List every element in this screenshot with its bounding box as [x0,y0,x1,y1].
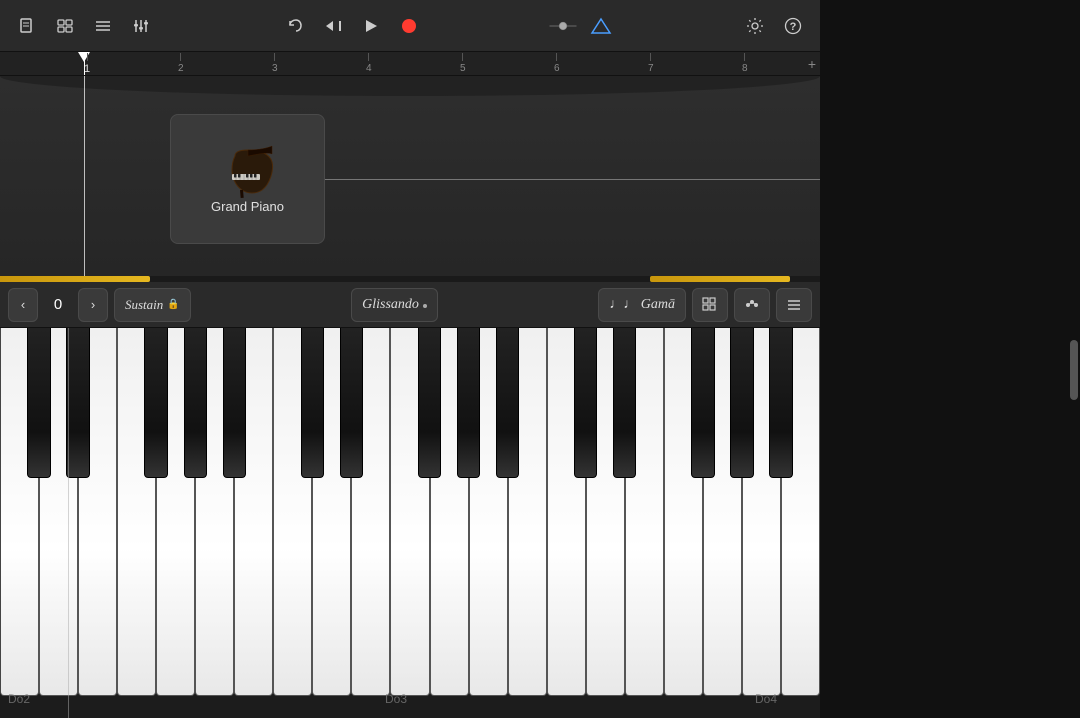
keyboard-area: Do2 Do3 Do4 [0,328,820,718]
ruler-mark-3: 3 [272,53,278,74]
grid-icon [701,296,719,314]
rewind-button[interactable] [318,11,348,41]
arpeggio-icon [743,296,761,314]
mixer-button[interactable] [126,11,156,41]
toolbar-center [280,11,424,41]
ruler-mark-4: 4 [366,53,372,74]
help-button[interactable]: ? [778,11,808,41]
wave-decoration [0,76,820,96]
ruler-mark-6: 6 [554,53,560,74]
playhead [84,52,85,75]
black-key-1[interactable] [66,328,89,478]
track-area[interactable]: Grand Piano [0,76,820,276]
track-playhead [84,76,85,276]
controls-bar: ‹ 0 › Sustain 🔒 Glissando ♩♩ Gamā [0,282,820,328]
black-key-12[interactable] [496,328,519,478]
next-button[interactable]: › [78,288,108,322]
glissando-label: Glissando [362,297,419,313]
black-key-3[interactable] [144,328,167,478]
track-name-label: Grand Piano [211,199,284,214]
sustain-label: Sustain [125,297,163,313]
black-key-17[interactable] [691,328,714,478]
new-button[interactable] [12,11,42,41]
indicator-right [650,276,790,282]
indicator-left [0,276,150,282]
toolbar-settings: ? [740,11,808,41]
prev-icon: ‹ [21,297,25,312]
black-key-14[interactable] [574,328,597,478]
add-track-button[interactable]: + [808,56,816,72]
black-key-18[interactable] [730,328,753,478]
toolbar-left [12,11,156,41]
gama-label: ♩♩ Gamā [609,297,675,313]
main-pane: ? 1 2 3 4 5 6 [0,0,820,718]
track-indicator-bar [0,276,820,282]
grand-piano-icon [215,144,280,199]
smart-button[interactable] [586,11,616,41]
octave-number: 0 [44,296,72,313]
black-key-4[interactable] [184,328,207,478]
black-key-0[interactable] [27,328,50,478]
black-key-7[interactable] [301,328,324,478]
toolbar: ? [0,0,820,52]
black-key-19[interactable] [769,328,792,478]
toolbar-right-controls [548,11,616,41]
ruler-mark-8: 8 [742,53,748,74]
lock-icon: 🔒 [167,299,179,310]
grid-button[interactable] [692,288,728,322]
record-button[interactable] [394,11,424,41]
more-button[interactable] [776,288,812,322]
track-content-line [325,179,820,180]
app: ? 1 2 3 4 5 6 [0,0,1080,718]
timeline-ruler[interactable]: 1 2 3 4 5 6 7 8 + [0,52,820,76]
black-key-5[interactable] [223,328,246,478]
ruler-mark-2: 2 [178,53,184,74]
gama-button[interactable]: ♩♩ Gamā [598,288,686,322]
settings-button[interactable] [740,11,770,41]
more-icon [785,296,803,314]
view-button[interactable] [50,11,80,41]
glissando-button[interactable]: Glissando [351,288,438,322]
right-panel [820,0,1080,718]
list-button[interactable] [88,11,118,41]
prev-button[interactable]: ‹ [8,288,38,322]
sustain-button[interactable]: Sustain 🔒 [114,288,191,322]
ruler-mark-7: 7 [648,53,654,74]
play-button[interactable] [356,11,386,41]
svg-text:?: ? [790,21,797,33]
next-icon: › [91,297,95,312]
black-key-10[interactable] [418,328,441,478]
volume-button[interactable] [548,11,578,41]
black-key-11[interactable] [457,328,480,478]
glissando-dot [423,304,427,308]
black-key-15[interactable] [613,328,636,478]
undo-button[interactable] [280,11,310,41]
scrollbar[interactable] [1070,340,1078,400]
keyboard-playhead [68,328,69,718]
arpeggio-button[interactable] [734,288,770,322]
black-key-8[interactable] [340,328,363,478]
ruler-mark-5: 5 [460,53,466,74]
grand-piano-track[interactable]: Grand Piano [170,114,325,244]
